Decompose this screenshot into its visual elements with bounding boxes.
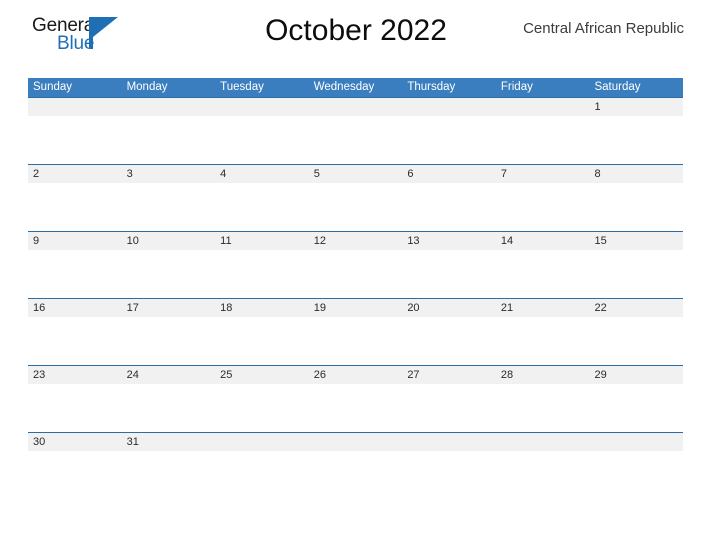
calendar-day-cell[interactable]: 8 <box>589 165 683 183</box>
week-date-band: 9 10 11 12 13 14 15 <box>28 232 683 250</box>
calendar-day-cell[interactable] <box>589 433 683 451</box>
calendar-day-cell[interactable] <box>215 98 309 116</box>
calendar-day-cell[interactable]: 24 <box>122 366 216 384</box>
weekday-monday: Monday <box>126 81 168 93</box>
calendar-day-cell[interactable]: 23 <box>28 366 122 384</box>
week-date-band: 2 3 4 5 6 7 8 <box>28 165 683 183</box>
calendar-day-cell[interactable]: 4 <box>215 165 309 183</box>
calendar-week-row: 1 <box>28 97 683 164</box>
calendar-day-cell[interactable] <box>309 98 403 116</box>
calendar-page: General Blue October 2022 Central Africa… <box>0 0 712 550</box>
calendar-day-cell[interactable] <box>496 433 590 451</box>
weekday-sunday: Sunday <box>33 81 73 93</box>
calendar-week-row: 30 31 <box>28 432 683 499</box>
calendar-day-cell[interactable]: 13 <box>402 232 496 250</box>
calendar-day-cell[interactable]: 12 <box>309 232 403 250</box>
calendar-day-cell[interactable]: 16 <box>28 299 122 317</box>
calendar-day-cell[interactable]: 25 <box>215 366 309 384</box>
calendar-day-cell[interactable] <box>309 433 403 451</box>
calendar-day-cell[interactable] <box>496 98 590 116</box>
calendar-day-cell[interactable]: 14 <box>496 232 590 250</box>
calendar-day-cell[interactable]: 2 <box>28 165 122 183</box>
calendar-day-cell[interactable]: 10 <box>122 232 216 250</box>
week-date-band: 23 24 25 26 27 28 29 <box>28 366 683 384</box>
calendar-day-cell[interactable] <box>402 98 496 116</box>
calendar-week-row: 9 10 11 12 13 14 15 <box>28 231 683 298</box>
calendar-day-cell[interactable]: 19 <box>309 299 403 317</box>
calendar-day-cell[interactable]: 7 <box>496 165 590 183</box>
calendar-day-cell[interactable]: 15 <box>589 232 683 250</box>
week-date-band: 1 <box>28 98 683 116</box>
week-event-area[interactable] <box>28 451 683 499</box>
week-event-area[interactable] <box>28 250 683 298</box>
week-event-area[interactable] <box>28 384 683 432</box>
calendar-day-cell[interactable]: 6 <box>402 165 496 183</box>
calendar-day-cell[interactable]: 22 <box>589 299 683 317</box>
calendar-day-cell[interactable] <box>402 433 496 451</box>
country-label: Central African Republic <box>523 20 684 37</box>
weekday-saturday: Saturday <box>594 81 641 93</box>
weekday-tuesday: Tuesday <box>220 81 264 93</box>
calendar-day-cell[interactable]: 5 <box>309 165 403 183</box>
weekday-thursday: Thursday <box>407 81 456 93</box>
page-header: General Blue October 2022 Central Africa… <box>28 0 684 60</box>
calendar-day-cell[interactable] <box>28 98 122 116</box>
calendar-day-cell[interactable]: 3 <box>122 165 216 183</box>
calendar-day-cell[interactable]: 31 <box>122 433 216 451</box>
calendar-grid: Sunday Monday Tuesday Wednesday Thursday… <box>28 78 683 499</box>
weekday-friday: Friday <box>500 81 533 93</box>
week-event-area[interactable] <box>28 116 683 164</box>
weekday-wednesday: Wednesday <box>313 81 375 93</box>
calendar-day-cell[interactable]: 1 <box>589 98 683 116</box>
calendar-week-row: 23 24 25 26 27 28 29 <box>28 365 683 432</box>
weekday-header-row: Sunday Monday Tuesday Wednesday Thursday… <box>28 78 683 97</box>
week-event-area[interactable] <box>28 317 683 365</box>
calendar-day-cell[interactable] <box>215 433 309 451</box>
calendar-day-cell[interactable]: 28 <box>496 366 590 384</box>
calendar-day-cell[interactable]: 30 <box>28 433 122 451</box>
calendar-day-cell[interactable] <box>122 98 216 116</box>
calendar-week-row: 16 17 18 19 20 21 22 <box>28 298 683 365</box>
calendar-day-cell[interactable]: 26 <box>309 366 403 384</box>
calendar-day-cell[interactable]: 9 <box>28 232 122 250</box>
calendar-day-cell[interactable]: 11 <box>215 232 309 250</box>
calendar-day-cell[interactable]: 21 <box>496 299 590 317</box>
calendar-day-cell[interactable]: 29 <box>589 366 683 384</box>
calendar-day-cell[interactable]: 20 <box>402 299 496 317</box>
calendar-day-cell[interactable]: 17 <box>122 299 216 317</box>
week-event-area[interactable] <box>28 183 683 231</box>
week-date-band: 16 17 18 19 20 21 22 <box>28 299 683 317</box>
calendar-day-cell[interactable]: 18 <box>215 299 309 317</box>
week-date-band: 30 31 <box>28 433 683 451</box>
calendar-day-cell[interactable]: 27 <box>402 366 496 384</box>
calendar-week-row: 2 3 4 5 6 7 8 <box>28 164 683 231</box>
